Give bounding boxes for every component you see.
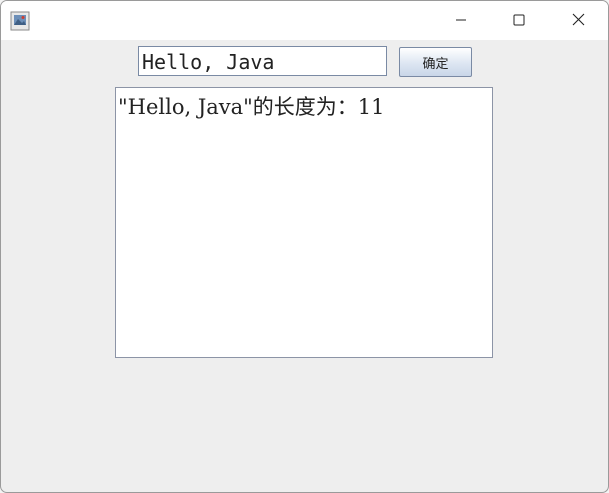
maximize-icon <box>513 11 525 30</box>
title-bar[interactable] <box>1 1 608 40</box>
java-app-icon <box>10 11 30 31</box>
app-window: Hello, Java 确定 "Hello, Java"的长度为：11 <box>0 0 609 493</box>
minimize-button[interactable] <box>432 1 490 40</box>
result-text-area[interactable]: "Hello, Java"的长度为：11 <box>115 87 493 358</box>
close-icon <box>572 11 585 30</box>
close-button[interactable] <box>549 1 607 40</box>
minimize-icon <box>455 11 467 30</box>
maximize-button[interactable] <box>490 1 548 40</box>
string-input-field[interactable]: Hello, Java <box>138 46 387 76</box>
ok-button[interactable]: 确定 <box>399 47 472 77</box>
